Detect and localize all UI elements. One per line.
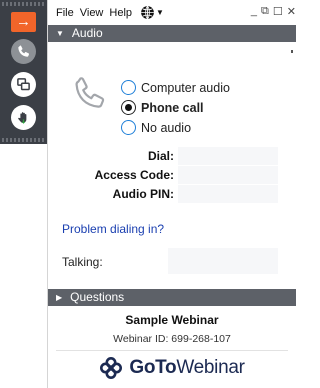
scroll-indicator <box>291 50 293 53</box>
phone-call-label: Phone call <box>141 100 204 115</box>
collapse-triangle-icon: ▼ <box>56 29 64 38</box>
raise-hand-button[interactable] <box>11 105 36 130</box>
computer-audio-label: Computer audio <box>141 80 230 95</box>
phone-icon <box>75 77 105 108</box>
phone-call-option[interactable]: Phone call <box>121 100 204 115</box>
menu-file[interactable]: File <box>56 7 74 19</box>
audio-header-label: Audio <box>71 26 103 40</box>
access-code-value <box>178 166 278 184</box>
no-audio-label: No audio <box>141 120 192 135</box>
computer-audio-radio[interactable] <box>121 80 136 95</box>
expand-triangle-icon: ▶ <box>56 293 63 302</box>
screen-share-icon <box>17 78 30 91</box>
webinar-title: Sample Webinar <box>125 313 219 327</box>
logo-goto: GoTo <box>129 357 177 378</box>
maximize-button[interactable]: ☐ <box>273 5 283 18</box>
gotowebinar-flower-icon <box>100 357 123 379</box>
dial-value <box>178 147 278 165</box>
questions-section-header[interactable]: ▶ Questions <box>48 289 296 306</box>
globe-icon <box>141 5 154 20</box>
gotowebinar-logo: GoToWebinar <box>48 356 296 380</box>
collapse-arrow-button[interactable]: → <box>11 12 36 32</box>
close-button[interactable]: ✕ <box>287 5 296 18</box>
logo-webinar: Webinar <box>176 357 245 378</box>
window-controls: _ ⧉ ☐ ✕ <box>251 5 296 18</box>
webinar-footer: Sample Webinar Webinar ID: 699-268-107 G… <box>48 306 296 388</box>
problem-dialing-link[interactable]: Problem dialing in? <box>62 222 164 236</box>
no-audio-radio[interactable] <box>121 120 136 135</box>
footer-divider <box>56 350 288 351</box>
computer-audio-option[interactable]: Computer audio <box>121 80 230 95</box>
control-panel: File View Help ▼ _ ⧉ ☐ ✕ ▼ Audio Compute… <box>47 0 296 388</box>
talking-indicator <box>168 248 278 274</box>
audio-pin-value <box>178 185 278 203</box>
arrow-right-icon: → <box>16 13 31 30</box>
access-code-label: Access Code: <box>94 168 174 182</box>
language-menu-button[interactable]: ▼ <box>140 5 164 20</box>
questions-header-label: Questions <box>70 290 125 304</box>
restore-button[interactable]: ⧉ <box>261 5 269 18</box>
phone-call-radio[interactable] <box>121 100 136 115</box>
dial-label: Dial: <box>147 149 174 163</box>
audio-pin-label: Audio PIN: <box>112 187 174 201</box>
menu-view[interactable]: View <box>80 7 104 19</box>
left-toolbar: → <box>0 0 47 144</box>
talking-label: Talking: <box>62 255 103 269</box>
menu-help[interactable]: Help <box>109 7 132 19</box>
minimize-button[interactable]: _ <box>251 5 257 18</box>
webinar-id: Webinar ID: 699-268-107 <box>113 333 231 345</box>
audio-toolbar-button[interactable] <box>11 39 36 64</box>
chevron-down-icon: ▼ <box>156 8 164 17</box>
raise-hand-icon <box>18 112 27 124</box>
menu-bar: File View Help ▼ _ ⧉ ☐ ✕ <box>48 0 296 25</box>
toolbar-grip-bottom[interactable] <box>2 138 45 142</box>
phone-icon <box>18 45 30 57</box>
screen-share-button[interactable] <box>11 72 36 97</box>
audio-section-header[interactable]: ▼ Audio <box>48 25 296 42</box>
logo-text: GoToWebinar <box>129 357 245 379</box>
no-audio-option[interactable]: No audio <box>121 120 191 135</box>
toolbar-grip[interactable] <box>2 2 45 6</box>
